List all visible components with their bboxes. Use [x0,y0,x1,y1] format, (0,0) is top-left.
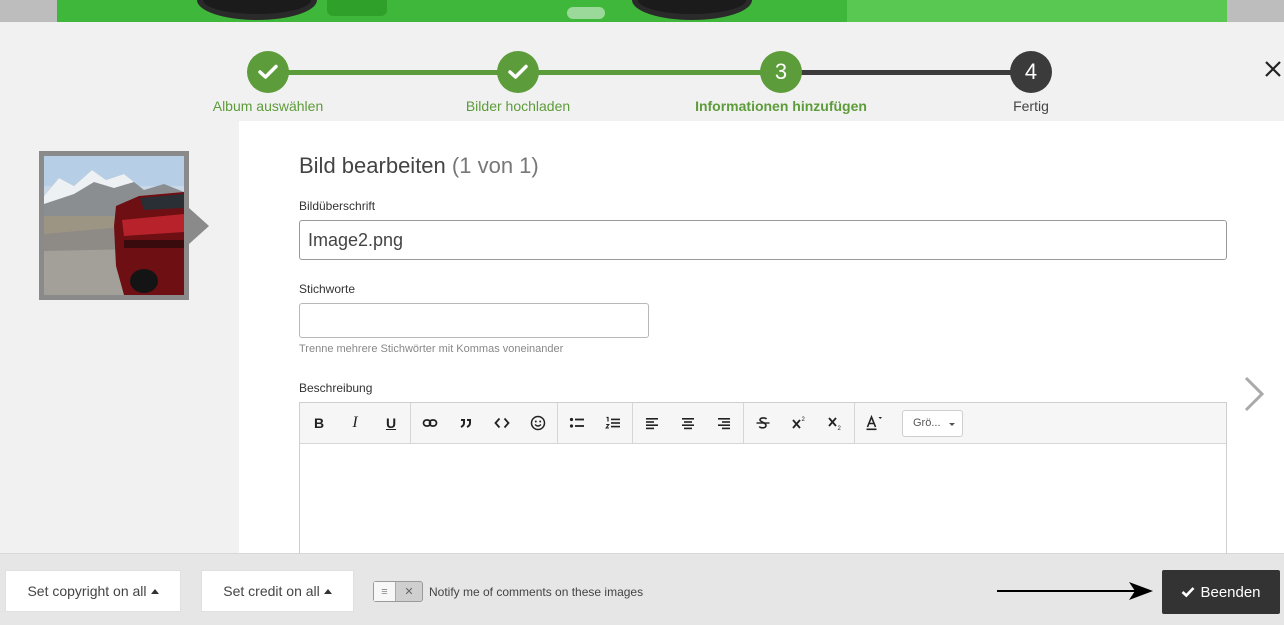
image-thumbnail[interactable] [39,151,189,300]
chevron-right-icon [1244,376,1265,412]
underline-button[interactable]: U [373,403,409,444]
step-2-circle [497,51,539,93]
editor-toolbar: B I U 2 2 Grö... [300,402,1226,444]
subscript-button[interactable]: 2 [817,403,853,444]
stepper-line-pending [781,70,1031,75]
superscript-button[interactable]: 2 [781,403,817,444]
toggle-handle-icon: ≡ [374,582,396,601]
step-1-circle [247,51,289,93]
check-icon [508,64,528,79]
subscript-icon: 2 [828,417,842,431]
font-size-value: Grö... [913,417,941,429]
next-image-button[interactable] [1238,374,1268,414]
align-right-button[interactable] [706,403,742,444]
link-button[interactable] [412,403,448,444]
notify-toggle[interactable]: ≡ ✕ [373,581,423,602]
numbered-list-button[interactable] [595,403,631,444]
check-icon [258,64,278,79]
italic-button[interactable]: I [337,403,373,444]
bullet-list-icon [569,417,584,428]
edit-panel: Bild bearbeiten (1 von 1) Bildüberschrif… [239,121,1284,561]
car-photo [44,156,184,295]
check-icon [1181,586,1195,598]
upload-modal: Album auswählen Bilder hochladen 3 Infor… [0,22,1284,625]
align-center-button[interactable] [670,403,706,444]
step-1-label: Album auswählen [212,98,324,114]
smiley-icon [530,415,546,431]
font-size-select[interactable]: Grö... [902,409,963,437]
description-editor[interactable]: B I U 2 2 Grö... [299,402,1227,561]
thumbnail-pointer [189,208,209,244]
align-left-button[interactable] [634,403,670,444]
set-credit-label: Set credit on all [223,583,320,599]
svg-text:2: 2 [838,426,842,431]
set-credit-button[interactable]: Set credit on all [201,570,354,612]
modal-footer: Set copyright on all Set credit on all ≡… [0,553,1284,625]
link-icon [422,419,438,427]
quote-icon [460,419,471,428]
notify-label: Notify me of comments on these images [429,585,644,599]
text-color-button[interactable] [856,403,892,444]
svg-text:2: 2 [802,417,806,423]
numbered-list-icon [605,416,620,429]
step-2-label: Bilder hochladen [465,98,571,114]
image-count: (1 von 1) [451,153,539,178]
strikethrough-icon [756,417,770,429]
align-left-icon [646,418,658,430]
code-button[interactable] [484,403,520,444]
step-4-circle: 4 [1010,51,1052,93]
chevron-down-icon [949,422,955,426]
code-icon [494,417,510,429]
caption-input[interactable] [299,220,1227,260]
set-copyright-label: Set copyright on all [27,583,147,599]
align-center-icon [682,418,694,430]
text-color-icon [866,415,882,431]
align-right-icon [718,418,730,430]
step-3-circle: 3 [760,51,802,93]
background-photo [0,0,1284,22]
set-copyright-button[interactable]: Set copyright on all [5,570,181,612]
strikethrough-button[interactable] [745,403,781,444]
emoji-button[interactable] [520,403,556,444]
panel-title-text: Bild bearbeiten [299,153,446,178]
finish-label: Beenden [1200,583,1261,601]
caret-up-icon [323,588,332,594]
bullet-list-button[interactable] [559,403,595,444]
tags-label: Stichworte [299,282,356,296]
caret-up-icon [150,588,159,594]
step-4-label: Fertig [1013,98,1049,114]
finish-button[interactable]: Beenden [1162,570,1280,614]
bold-button[interactable]: B [301,403,337,444]
arrow-right-icon [997,582,1153,600]
quote-button[interactable] [448,403,484,444]
tags-input[interactable] [299,303,649,338]
progress-stepper: Album auswählen Bilder hochladen 3 Infor… [0,36,1284,126]
caption-label: Bildüberschrift [299,199,376,213]
toggle-off-icon: ✕ [404,586,414,598]
page-title: Bild bearbeiten (1 von 1) [299,153,539,179]
description-label: Beschreibung [299,381,373,395]
step-3-label: Informationen hinzufügen [695,98,867,114]
tags-hint: Trenne mehrere Stichwörter mit Kommas vo… [299,343,564,355]
superscript-icon: 2 [792,417,806,429]
